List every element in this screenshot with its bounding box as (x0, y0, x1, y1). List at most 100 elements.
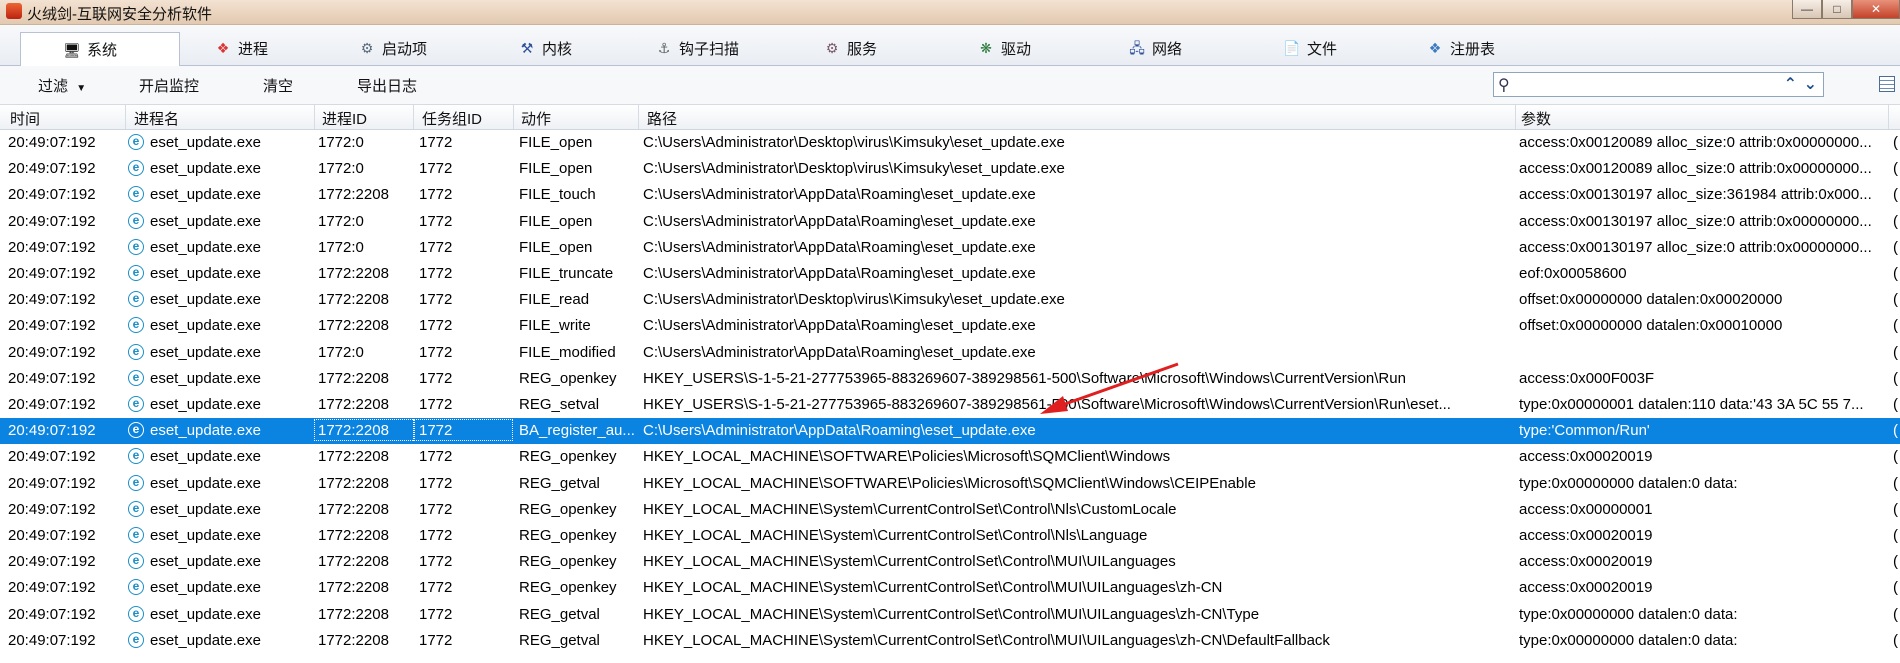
action-cell: FILE_open (519, 160, 593, 178)
table-row[interactable]: e 20:49:07:192 eset_update.exe 1772:2208 177… (0, 182, 1900, 208)
tab-kernel[interactable]: ⚒ 内核 (518, 31, 572, 65)
overflow-cell: ( (1893, 212, 1898, 230)
col-process[interactable]: 进程名 (134, 108, 179, 129)
process-name-cell: eset_update.exe (150, 396, 261, 413)
col-action[interactable]: 动作 (521, 108, 551, 129)
start-monitor-button[interactable]: 开启监控 (139, 75, 199, 96)
clear-button[interactable]: 清空 (263, 75, 293, 96)
search-input[interactable] (1520, 75, 1774, 96)
hammer-icon: ⚒ (520, 40, 534, 56)
tab-service[interactable]: ⚙ 服务 (823, 31, 877, 65)
time-cell: 20:49:07:192 (8, 317, 96, 335)
taskgroup-cell: 1772 (419, 474, 453, 492)
overflow-cell: ( (1893, 579, 1898, 597)
table-row[interactable]: e 20:49:07:192 eset_update.exe 1772:2208 177… (0, 628, 1900, 654)
table-row[interactable]: e 20:49:07:192 eset_update.exe 1772:0 1772 FI… (0, 130, 1900, 156)
tab-startup[interactable]: ⚙ 启动项 (358, 31, 427, 65)
action-cell: REG_setval (519, 396, 600, 413)
time-cell: 20:49:07:192 (8, 396, 96, 413)
process-exe-icon: e (128, 369, 144, 386)
process-name-cell: eset_update.exe (150, 553, 261, 571)
overflow-cell: ( (1893, 343, 1898, 361)
network-icon: 🖧 (1129, 40, 1145, 56)
time-cell: 20:49:07:192 (8, 265, 96, 282)
window-title: 火绒剑-互联网安全分析软件 (27, 6, 212, 23)
column-settings-icon[interactable] (1879, 76, 1895, 92)
process-exe-icon: e (128, 474, 144, 491)
tab-driver[interactable]: ❋ 驱动 (977, 31, 1031, 65)
pid-cell: 1772:2208 (318, 474, 389, 492)
pid-cell: 1772:2208 (318, 369, 389, 387)
pid-cell: 1772:0 (318, 238, 364, 256)
col-taskgroup[interactable]: 任务组ID (422, 108, 482, 129)
table-row[interactable]: e 20:49:07:192 eset_update.exe 1772:0 1772 FI… (0, 156, 1900, 182)
driver-icon: ❋ (980, 40, 992, 56)
tab-registry[interactable]: ❖ 注册表 (1426, 31, 1495, 65)
table-row[interactable]: e 20:49:07:192 eset_update.exe 1772:2208 177… (0, 313, 1900, 339)
table-row[interactable]: e 20:49:07:192 eset_update.exe 1772:2208 177… (0, 497, 1900, 523)
process-exe-icon: e (128, 527, 144, 543)
action-cell: REG_openkey (519, 579, 617, 597)
params-cell: access:0x00020019 (1519, 579, 1653, 597)
table-row[interactable]: e 20:49:07:192 eset_update.exe 1772:2208 177… (0, 444, 1900, 470)
table-row[interactable]: e 20:49:07:192 eset_update.exe 1772:2208 177… (0, 471, 1900, 497)
dropdown-arrow-icon: ▼ (76, 83, 87, 94)
table-row[interactable]: e 20:49:07:192 eset_update.exe 1772:2208 177… (0, 392, 1900, 418)
col-params[interactable]: 参数 (1521, 108, 1551, 129)
selection-focus-box (413, 419, 513, 442)
overflow-cell: ( (1893, 134, 1898, 151)
pid-cell: 1772:2208 (318, 396, 389, 413)
table-row[interactable]: e 20:49:07:192 eset_update.exe 1772:2208 177… (0, 287, 1900, 313)
pid-cell: 1772:2208 (318, 265, 389, 282)
overflow-cell: ( (1893, 527, 1898, 544)
table-row[interactable]: e 20:49:07:192 eset_update.exe 1772:2208 177… (0, 549, 1900, 575)
pid-cell: 1772:2208 (318, 291, 389, 309)
action-cell: BA_register_au... (519, 422, 635, 440)
taskgroup-cell: 1772 (419, 265, 453, 282)
close-icon[interactable]: ✕ (1852, 0, 1900, 19)
tab-hook-scan[interactable]: ⚓ 钩子扫描 (655, 31, 739, 65)
filter-label: 过滤 (38, 78, 69, 95)
process-name-cell: eset_update.exe (150, 500, 261, 518)
process-exe-icon: e (128, 186, 144, 203)
col-time[interactable]: 时间 (10, 108, 40, 129)
export-log-button[interactable]: 导出日志 (357, 75, 417, 96)
table-row[interactable]: e 20:49:07:192 eset_update.exe 1772:2208 177… (0, 523, 1900, 549)
path-cell: HKEY_LOCAL_MACHINE\System\CurrentControl… (643, 579, 1223, 597)
search-previous-icon[interactable]: ⌃ (1784, 74, 1797, 94)
tab-file[interactable]: 📄 文件 (1283, 31, 1337, 65)
tab-network[interactable]: 🖧 网络 (1128, 31, 1182, 65)
tab-process[interactable]: ❖ 进程 (214, 31, 268, 65)
process-exe-icon: e (128, 265, 144, 281)
table-row[interactable]: e 20:49:07:192 eset_update.exe 1772:2208 177… (0, 602, 1900, 628)
pid-cell: 1772:2208 (318, 605, 389, 623)
table-row[interactable]: e 20:49:07:192 eset_update.exe 1772:2208 177… (0, 418, 1900, 445)
overflow-cell: ( (1893, 500, 1898, 518)
overflow-cell: ( (1893, 422, 1898, 440)
table-row[interactable]: e 20:49:07:192 eset_update.exe 1772:0 1772 FI… (0, 235, 1900, 261)
search-next-icon[interactable]: ⌄ (1804, 74, 1817, 94)
action-cell: REG_openkey (519, 448, 617, 466)
registry-icon: ❖ (1428, 40, 1442, 56)
time-cell: 20:49:07:192 (8, 500, 96, 518)
col-pid[interactable]: 进程ID (322, 108, 367, 129)
maximize-icon[interactable]: □ (1822, 0, 1852, 19)
tab-system[interactable]: 🖥 系统 (20, 32, 180, 67)
minimize-icon[interactable]: — (1792, 0, 1822, 19)
overflow-cell: ( (1893, 317, 1898, 335)
action-cell: FILE_touch (519, 186, 596, 204)
table-row[interactable]: e 20:49:07:192 eset_update.exe 1772:0 1772 FI… (0, 340, 1900, 366)
time-cell: 20:49:07:192 (8, 553, 96, 571)
table-row[interactable]: e 20:49:07:192 eset_update.exe 1772:2208 177… (0, 366, 1900, 392)
action-cell: FILE_truncate (519, 265, 614, 282)
filter-button[interactable]: 过滤 ▼ (38, 75, 86, 96)
process-exe-icon: e (128, 291, 144, 308)
process-name-cell: eset_update.exe (150, 474, 261, 492)
table-row[interactable]: e 20:49:07:192 eset_update.exe 1772:2208 177… (0, 261, 1900, 287)
process-exe-icon: e (128, 553, 144, 570)
process-name-cell: eset_update.exe (150, 212, 261, 230)
overflow-cell: ( (1893, 631, 1898, 649)
table-row[interactable]: e 20:49:07:192 eset_update.exe 1772:0 1772 FI… (0, 209, 1900, 235)
table-row[interactable]: e 20:49:07:192 eset_update.exe 1772:2208 177… (0, 575, 1900, 601)
col-path[interactable]: 路径 (647, 108, 677, 129)
